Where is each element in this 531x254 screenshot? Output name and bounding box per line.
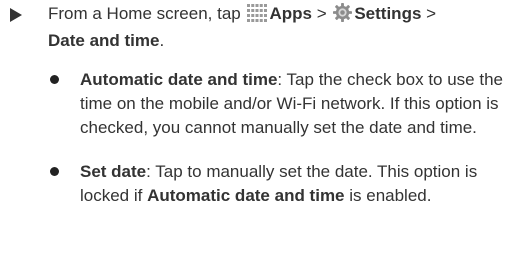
separator: > [421, 4, 437, 23]
option-reference: Automatic date and time [147, 186, 345, 205]
help-page: From a Home screen, tap Apps > Settings … [0, 0, 531, 254]
date-and-time-label: Date and time [48, 31, 160, 50]
apps-label: Apps [269, 4, 312, 23]
separator: > [311, 4, 332, 23]
option-list: Automatic date and time: Tap the check b… [48, 68, 528, 228]
apps-grid-icon [247, 4, 268, 29]
step-suffix: . [159, 31, 165, 50]
bullet-icon [50, 75, 59, 84]
step-arrow-icon [10, 8, 22, 22]
bullet-icon [50, 167, 59, 176]
settings-label: Settings [354, 4, 422, 23]
settings-gear-icon [333, 3, 353, 29]
list-item: Set date: Tap to manually set the date. … [48, 160, 528, 208]
list-item: Automatic date and time: Tap the check b… [48, 68, 528, 140]
option-term: Automatic date and time [80, 70, 278, 89]
step-prefix: From a Home screen, tap [48, 4, 246, 23]
option-term: Set date [80, 162, 147, 181]
step-text: From a Home screen, tap Apps > Settings … [48, 2, 528, 53]
option-description-end: is enabled. [344, 186, 432, 205]
